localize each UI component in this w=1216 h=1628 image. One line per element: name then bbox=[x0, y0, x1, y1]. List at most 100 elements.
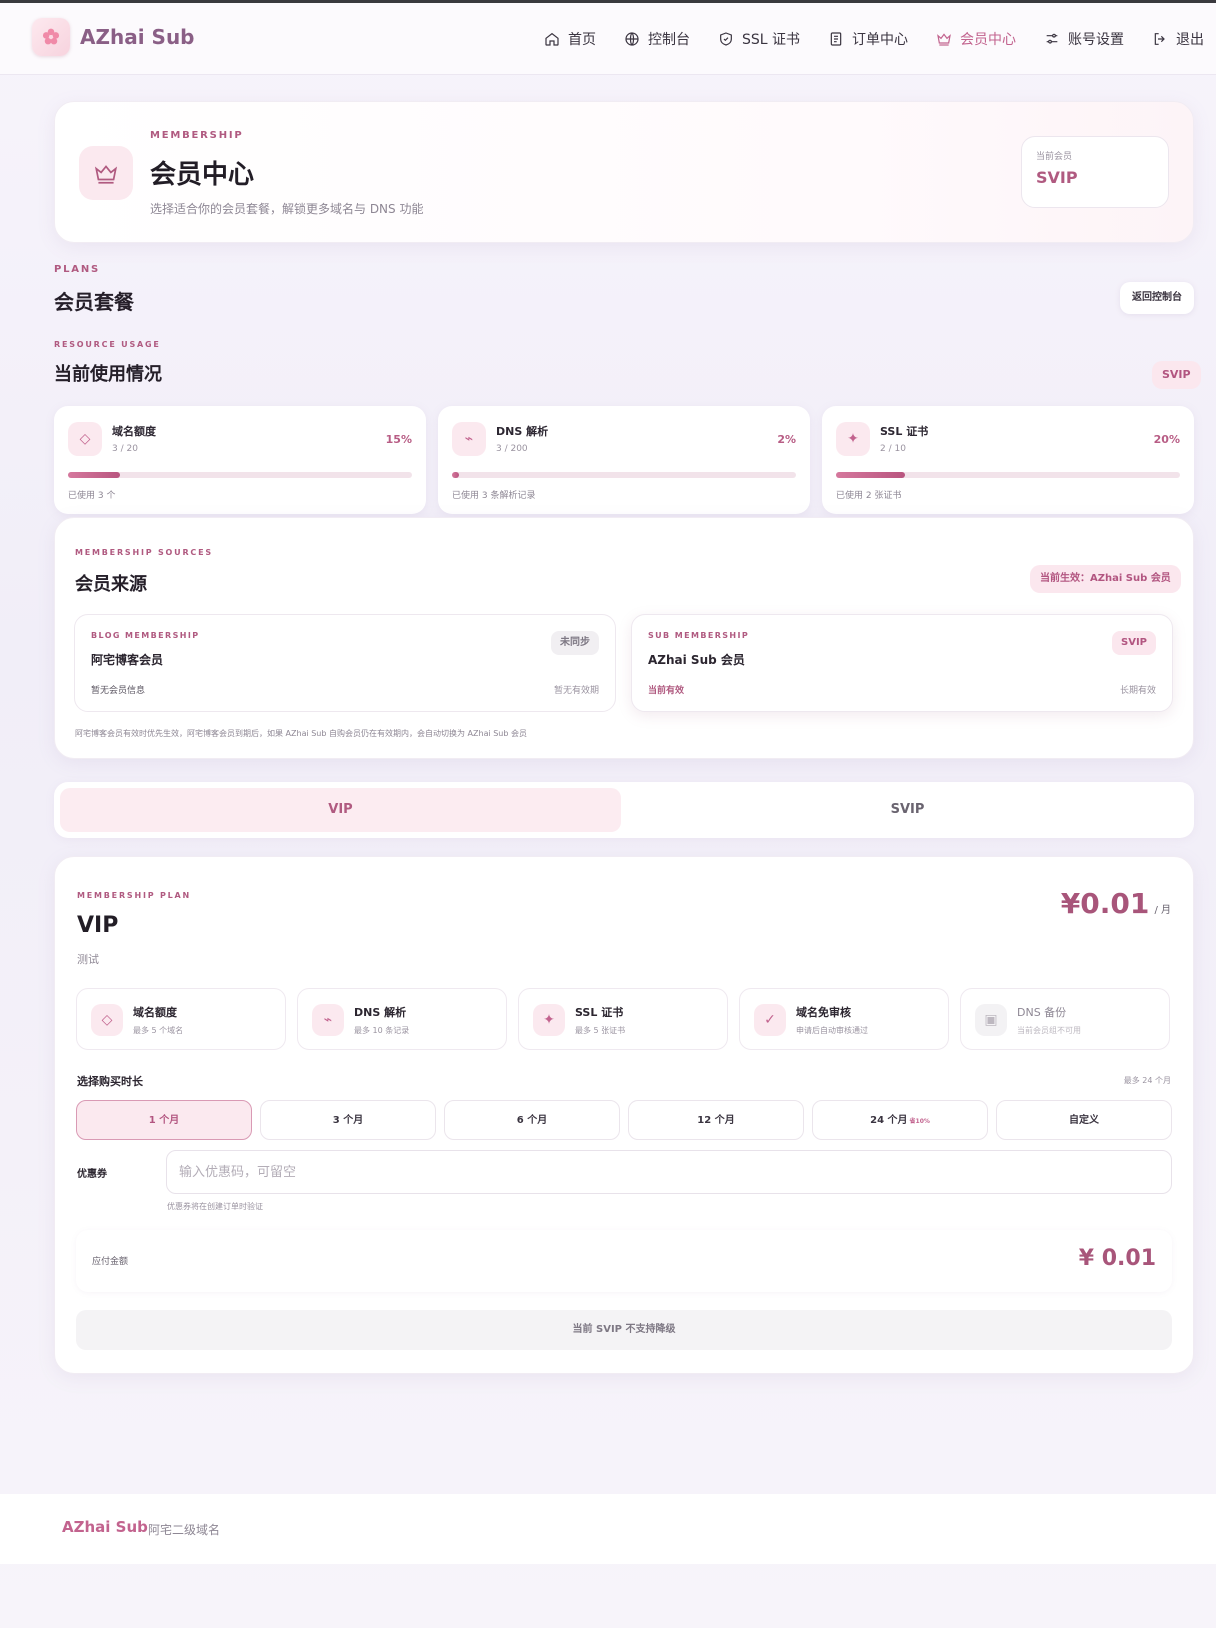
nav-orders-label: 订单中心 bbox=[852, 32, 908, 48]
plan-price-value: ¥0.01 bbox=[1060, 887, 1150, 920]
usage-percent: 2% bbox=[777, 433, 796, 446]
bolt-icon: ⌁ bbox=[452, 422, 486, 456]
blog-expiry: 暂无有效期 bbox=[553, 686, 599, 696]
usage-name: 域名额度 bbox=[112, 425, 156, 438]
back-to-console-button[interactable]: 返回控制台 bbox=[1120, 282, 1194, 314]
footer-brand[interactable]: AZhai Sub bbox=[62, 1518, 148, 1536]
diamond-icon: ◇ bbox=[68, 422, 102, 456]
tab-vip[interactable]: VIP bbox=[60, 788, 621, 832]
feature-desc: 申请后自动审核通过 bbox=[796, 1026, 868, 1035]
brand[interactable]: AZhai Sub bbox=[32, 18, 195, 56]
duration-1-month[interactable]: 1 个月 bbox=[76, 1100, 252, 1140]
bolt-icon: ⌁ bbox=[312, 1004, 344, 1036]
sparkle-icon: ✦ bbox=[533, 1004, 565, 1036]
usage-card-domains: ◇ 域名额度 3 / 20 15% 已使用 3 个 bbox=[54, 406, 426, 514]
plan-eyebrow: MEMBERSHIP PLAN bbox=[77, 891, 192, 900]
nav-console-label: 控制台 bbox=[647, 32, 690, 48]
sub-tier-badge: SVIP bbox=[1112, 631, 1156, 655]
tab-svip[interactable]: SVIP bbox=[627, 788, 1188, 832]
feature-desc: 最多 10 条记录 bbox=[354, 1026, 410, 1035]
usage-percent: 20% bbox=[1153, 433, 1180, 446]
blog-membership-card: BLOG MEMBERSHIP 阿宅博客会员 未同步 暂无会员信息 暂无有效期 bbox=[74, 614, 616, 712]
nav-console[interactable]: 控制台 bbox=[624, 29, 690, 49]
sparkle-icon: ✦ bbox=[836, 422, 870, 456]
sub-status: 当前有效 bbox=[648, 686, 685, 696]
feature-auto-approve: ✓ 域名免审核 申请后自动审核通过 bbox=[739, 988, 949, 1050]
sources-eyebrow: MEMBERSHIP SOURCES bbox=[75, 548, 213, 557]
feature-ssl: ✦ SSL 证书 最多 5 张证书 bbox=[518, 988, 728, 1050]
usage-card-ssl: ✦ SSL 证书 2 / 10 20% 已使用 2 张证书 bbox=[822, 406, 1194, 514]
usage-percent: 15% bbox=[385, 433, 412, 446]
usage-name: SSL 证书 bbox=[880, 425, 929, 438]
duration-hint: 最多 24 个月 bbox=[1123, 1076, 1171, 1085]
feature-dns-backup: ▣ DNS 备份 当前会员组不可用 bbox=[960, 988, 1170, 1050]
usage-progress-fill bbox=[68, 472, 120, 478]
coupon-input[interactable] bbox=[166, 1150, 1172, 1194]
usage-count: 3 / 20 bbox=[112, 444, 138, 454]
sakura-logo-icon bbox=[32, 18, 70, 56]
plans-title: 会员套餐 bbox=[54, 290, 134, 314]
nav-settings[interactable]: 账号设置 bbox=[1044, 29, 1124, 49]
usage-note: 已使用 3 条解析记录 bbox=[452, 491, 536, 501]
nav-logout-label: 退出 bbox=[1176, 32, 1204, 48]
sources-footnote: 阿宅博客会员有效时优先生效，阿宅博客会员到期后，如果 AZhai Sub 自购会… bbox=[75, 729, 528, 738]
duration-option-label: 3 个月 bbox=[332, 1115, 364, 1126]
usage-progress-track bbox=[836, 472, 1180, 478]
usage-count: 2 / 10 bbox=[880, 444, 906, 454]
duration-12-months[interactable]: 12 个月 bbox=[628, 1100, 804, 1140]
usage-eyebrow: RESOURCE USAGE bbox=[54, 340, 161, 349]
blog-status: 暂无会员信息 bbox=[91, 686, 146, 696]
usage-progress-fill bbox=[836, 472, 905, 478]
usage-progress-fill bbox=[452, 472, 459, 478]
payment-label: 应付金额 bbox=[92, 1257, 129, 1267]
duration-6-months[interactable]: 6 个月 bbox=[444, 1100, 620, 1140]
feature-desc: 最多 5 个域名 bbox=[133, 1026, 184, 1035]
duration-option-label: 12 个月 bbox=[697, 1115, 735, 1126]
brand-name: AZhai Sub bbox=[80, 25, 195, 49]
nav-home[interactable]: 首页 bbox=[544, 29, 596, 49]
nav-ssl[interactable]: SSL 证书 bbox=[718, 29, 800, 49]
nav-orders[interactable]: 订单中心 bbox=[828, 29, 908, 49]
plan-price-unit: / 月 bbox=[1154, 905, 1171, 916]
coupon-hint: 优惠券将在创建订单时验证 bbox=[167, 1202, 263, 1211]
blog-sync-badge: 未同步 bbox=[551, 631, 599, 655]
logout-icon bbox=[1154, 33, 1165, 45]
footer: AZhai Sub 阿宅二级域名 bbox=[0, 1494, 1216, 1564]
plan-price: ¥0.01 / 月 bbox=[1061, 887, 1171, 920]
nav-settings-label: 账号设置 bbox=[1068, 32, 1124, 48]
settings-icon bbox=[1046, 33, 1058, 44]
usage-note: 已使用 2 张证书 bbox=[836, 491, 902, 501]
coupon-label: 优惠券 bbox=[77, 1169, 107, 1180]
nav-home-label: 首页 bbox=[567, 32, 596, 48]
usage-note: 已使用 3 个 bbox=[68, 491, 116, 501]
usage-title: 当前使用情况 bbox=[54, 364, 162, 385]
current-membership-value: SVIP bbox=[1036, 168, 1078, 187]
nav-ssl-label: SSL 证书 bbox=[741, 32, 800, 48]
hero-eyebrow: MEMBERSHIP bbox=[150, 130, 244, 141]
feature-desc: 当前会员组不可用 bbox=[1017, 1026, 1081, 1035]
nav-membership[interactable]: 会员中心 bbox=[936, 29, 1016, 49]
nav-logout[interactable]: 退出 bbox=[1152, 29, 1204, 49]
feature-name: DNS 备份 bbox=[1017, 1006, 1067, 1019]
check-icon: ✓ bbox=[754, 1004, 786, 1036]
duration-label: 选择购买时长 bbox=[77, 1075, 143, 1088]
sources-title: 会员来源 bbox=[75, 574, 147, 595]
feature-name: 域名额度 bbox=[133, 1006, 177, 1019]
duration-3-months[interactable]: 3 个月 bbox=[260, 1100, 436, 1140]
hero-crown-badge bbox=[79, 146, 133, 200]
purchase-button[interactable]: 当前 SVIP 不支持降级 bbox=[76, 1310, 1172, 1350]
duration-custom[interactable]: 自定义 bbox=[996, 1100, 1172, 1140]
shield-icon bbox=[720, 32, 732, 46]
page-title: 会员中心 bbox=[150, 160, 255, 190]
nav-membership-label: 会员中心 bbox=[960, 32, 1016, 48]
active-source-badge: 当前生效：AZhai Sub 会员 bbox=[1030, 565, 1181, 593]
footer-tagline: 阿宅二级域名 bbox=[148, 1523, 221, 1537]
duration-option-label: 1 个月 bbox=[148, 1115, 180, 1126]
payment-summary: 应付金额 ¥ 0.01 bbox=[76, 1230, 1172, 1292]
sub-membership-card: SUB MEMBERSHIP AZhai Sub 会员 SVIP 当前有效 长期… bbox=[631, 614, 1173, 712]
usage-name: DNS 解析 bbox=[496, 425, 549, 438]
usage-tier-badge: SVIP bbox=[1152, 361, 1201, 389]
duration-24-months[interactable]: 24 个月 省10% bbox=[812, 1100, 988, 1140]
feature-dns: ⌁ DNS 解析 最多 10 条记录 bbox=[297, 988, 507, 1050]
duration-option-label: 自定义 bbox=[1069, 1115, 1099, 1126]
